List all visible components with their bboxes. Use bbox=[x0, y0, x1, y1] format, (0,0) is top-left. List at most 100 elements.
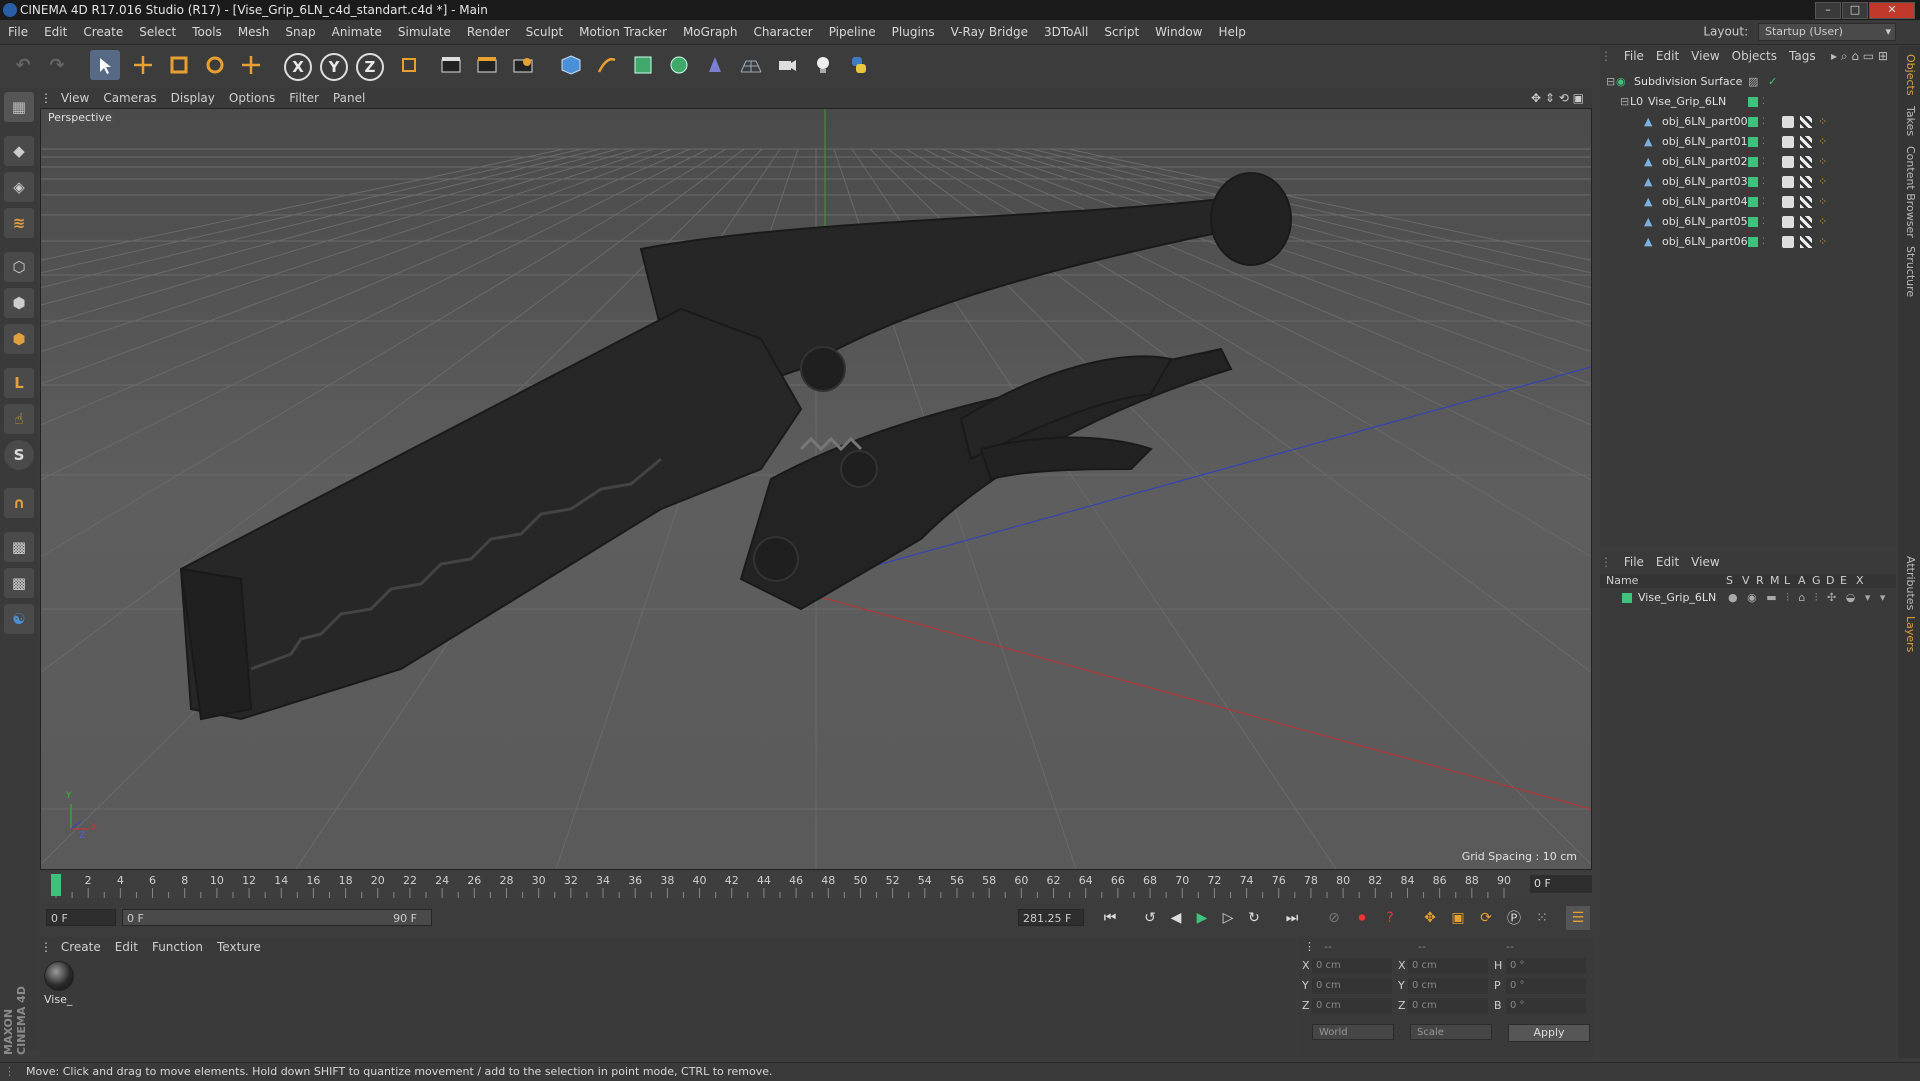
texture-tag-icon[interactable] bbox=[1800, 176, 1812, 188]
menu-motion-tracker[interactable]: Motion Tracker bbox=[571, 20, 675, 44]
object-name[interactable]: obj_6LN_part01 bbox=[1662, 132, 1748, 152]
close-button[interactable]: ✕ bbox=[1869, 2, 1915, 19]
menu-script[interactable]: Script bbox=[1096, 20, 1147, 44]
viewport-menu-cameras[interactable]: Cameras bbox=[96, 88, 163, 108]
timeline-settings-icon[interactable]: ☰ bbox=[1566, 906, 1590, 930]
texture-tag-icon[interactable] bbox=[1800, 116, 1812, 128]
viewport-nav-icons[interactable]: ✥ ⇕ ⟲ ▣ bbox=[1531, 88, 1584, 108]
object-name[interactable]: obj_6LN_part03 bbox=[1662, 172, 1748, 192]
next-frame-icon[interactable]: ▷ bbox=[1216, 906, 1240, 930]
editor-render-dots-icon[interactable]: ⁚ bbox=[1762, 92, 1765, 112]
layer-row[interactable]: Vise_Grip_6LN ● ◉ ▬ ⫶ ⌂ ⫶ ✣ ◒ ▾ ▾ bbox=[1600, 590, 1896, 606]
layer-column-a[interactable]: A bbox=[1798, 574, 1806, 588]
tab-structure[interactable]: Structure bbox=[1901, 246, 1917, 297]
menu-pipeline[interactable]: Pipeline bbox=[821, 20, 884, 44]
render-settings-icon[interactable] bbox=[508, 50, 538, 80]
phong-tag-icon[interactable] bbox=[1782, 156, 1794, 168]
tab-takes[interactable]: Takes bbox=[1901, 106, 1917, 136]
material-preview[interactable] bbox=[44, 961, 74, 991]
layer-color-swatch[interactable] bbox=[1622, 593, 1632, 603]
floor-icon[interactable] bbox=[736, 50, 766, 80]
layer-column-name[interactable]: Name bbox=[1606, 574, 1638, 588]
editor-render-dots-icon[interactable]: ⁚ bbox=[1762, 192, 1765, 212]
viewport-menu-display[interactable]: Display bbox=[164, 88, 222, 108]
light-icon[interactable] bbox=[808, 50, 838, 80]
layer-toggle-icons[interactable]: ● ◉ ▬ ⫶ ⌂ ⫶ ✣ ◒ ▾ ▾ bbox=[1728, 590, 1888, 606]
expand-icon[interactable]: ⊟ bbox=[1606, 72, 1615, 92]
rot-h-field[interactable]: 0 ° bbox=[1506, 958, 1586, 974]
uvw-tag-icon[interactable]: ⁘ bbox=[1818, 192, 1827, 212]
layout-selector[interactable]: Layout: Startup (User) ▾ bbox=[1703, 23, 1896, 41]
object-name[interactable]: obj_6LN_part04 bbox=[1662, 192, 1748, 212]
editor-render-dots-icon[interactable]: ⁚ bbox=[1762, 112, 1765, 132]
key-parameter-icon[interactable]: Ⓟ bbox=[1502, 906, 1526, 930]
viewport-camera-label[interactable]: Perspective bbox=[45, 111, 115, 124]
deformer-icon[interactable] bbox=[700, 50, 730, 80]
objects-menu-view[interactable]: View bbox=[1685, 46, 1725, 66]
menu-mograph[interactable]: MoGraph bbox=[675, 20, 746, 44]
motion-path-icon[interactable]: ⊘ bbox=[1322, 906, 1346, 930]
play-icon[interactable]: ▶ bbox=[1190, 906, 1214, 930]
uvw-tag-icon[interactable]: ⁘ bbox=[1818, 132, 1827, 152]
render-picture-viewer-icon[interactable] bbox=[472, 50, 502, 80]
material-name[interactable]: Vise_ bbox=[44, 993, 72, 1006]
object-name[interactable]: Subdivision Surface bbox=[1634, 72, 1742, 92]
z-axis-lock-button[interactable]: Z bbox=[356, 53, 384, 81]
object-row[interactable]: ▲ obj_6LN_part04 ⁚ ⁘ bbox=[1600, 192, 1896, 212]
menu-tools[interactable]: Tools bbox=[184, 20, 230, 44]
undo-icon[interactable]: ↶ bbox=[8, 50, 38, 80]
layer-color-icon[interactable] bbox=[1748, 217, 1758, 227]
menu-simulate[interactable]: Simulate bbox=[390, 20, 459, 44]
layer-color-icon[interactable] bbox=[1748, 197, 1758, 207]
apply-button[interactable]: Apply bbox=[1508, 1024, 1590, 1042]
quantize-icon[interactable]: ▩ bbox=[4, 568, 34, 598]
start-frame-field[interactable]: 0 F bbox=[46, 909, 116, 926]
layer-column-r[interactable]: R bbox=[1756, 574, 1764, 588]
phong-tag-icon[interactable] bbox=[1782, 196, 1794, 208]
redo-icon[interactable]: ↷ bbox=[42, 50, 72, 80]
edges-mode-icon[interactable]: ⬢ bbox=[4, 288, 34, 318]
viewport-menu-options[interactable]: Options bbox=[222, 88, 282, 108]
uvw-tag-icon[interactable]: ⁘ bbox=[1818, 112, 1827, 132]
objects-menu-edit[interactable]: Edit bbox=[1650, 46, 1685, 66]
polygons-mode-icon[interactable]: ⬢ bbox=[4, 324, 34, 354]
object-row[interactable]: ▲ obj_6LN_part03 ⁚ ⁘ bbox=[1600, 172, 1896, 192]
editor-render-dots-icon[interactable]: ⁚ bbox=[1762, 172, 1765, 192]
scale-tool-icon[interactable] bbox=[164, 50, 194, 80]
object-row[interactable]: ▲ obj_6LN_part01 ⁚ ⁘ bbox=[1600, 132, 1896, 152]
layer-column-v[interactable]: V bbox=[1742, 574, 1750, 588]
layer-name[interactable]: Vise_Grip_6LN bbox=[1638, 590, 1716, 606]
rot-p-field[interactable]: 0 ° bbox=[1506, 978, 1586, 994]
live-selection-icon[interactable] bbox=[90, 50, 120, 80]
move-tool-icon[interactable] bbox=[128, 50, 158, 80]
layer-color-icon[interactable] bbox=[1748, 157, 1758, 167]
layer-color-icon[interactable] bbox=[1748, 117, 1758, 127]
uvw-tag-icon[interactable]: ⁘ bbox=[1818, 232, 1827, 252]
phong-tag-icon[interactable] bbox=[1782, 136, 1794, 148]
layer-column-d[interactable]: D bbox=[1826, 574, 1834, 588]
tab-content-browser[interactable]: Content Browser bbox=[1901, 146, 1917, 238]
python-script-icon[interactable]: ☯ bbox=[4, 604, 34, 634]
layer-column-g[interactable]: G bbox=[1812, 574, 1821, 588]
editor-render-dots-icon[interactable]: ⁚ bbox=[1762, 132, 1765, 152]
objects-menu-tags[interactable]: Tags bbox=[1783, 46, 1822, 66]
size-z-field[interactable]: 0 cm bbox=[1408, 998, 1488, 1014]
object-manager-tool-icons[interactable]: ▸ ⌕ ⌂ ▭ ⊞ bbox=[1831, 46, 1888, 66]
objects-menu-file[interactable]: File bbox=[1618, 46, 1650, 66]
autokey-icon[interactable]: ? bbox=[1378, 906, 1402, 930]
rot-b-field[interactable]: 0 ° bbox=[1506, 998, 1586, 1014]
camera-icon[interactable] bbox=[772, 50, 802, 80]
model-mode-icon[interactable]: ◆ bbox=[4, 136, 34, 166]
key-scale-icon[interactable]: ▣ bbox=[1446, 906, 1470, 930]
viewport-menu-filter[interactable]: Filter bbox=[282, 88, 326, 108]
expand-icon[interactable]: ⊟ bbox=[1620, 92, 1629, 112]
x-axis-lock-button[interactable]: X bbox=[284, 53, 312, 81]
menu-help[interactable]: Help bbox=[1210, 20, 1253, 44]
python-icon[interactable] bbox=[844, 50, 874, 80]
menu-animate[interactable]: Animate bbox=[324, 20, 390, 44]
material-menu-edit[interactable]: Edit bbox=[108, 937, 145, 957]
subdivision-surface-icon[interactable] bbox=[628, 50, 658, 80]
previous-frame-icon[interactable]: ◀ bbox=[1164, 906, 1188, 930]
object-name[interactable]: obj_6LN_part05 bbox=[1662, 212, 1748, 232]
layer-color-icon[interactable] bbox=[1748, 177, 1758, 187]
